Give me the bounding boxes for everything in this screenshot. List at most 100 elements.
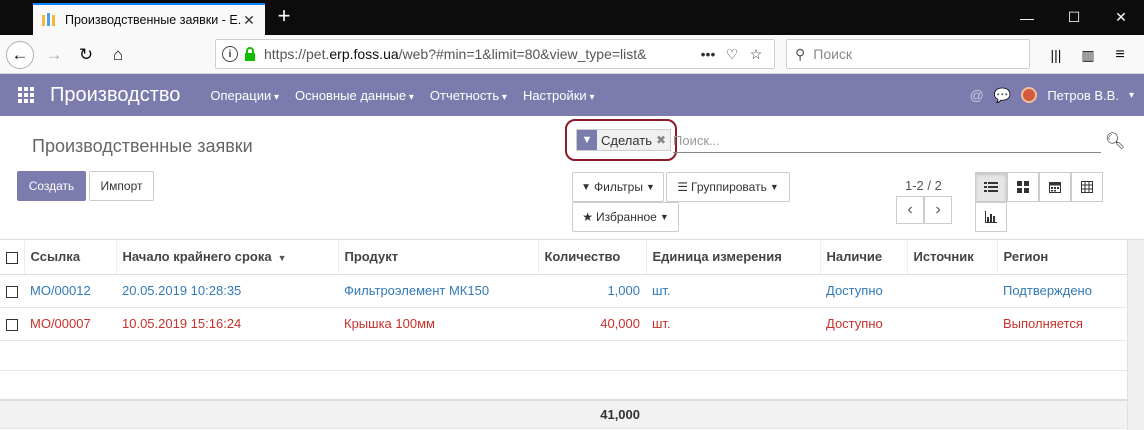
back-arrow-icon[interactable]: ← bbox=[6, 41, 34, 69]
empty-row bbox=[0, 370, 1144, 401]
cell-source bbox=[907, 274, 997, 308]
menu-operations[interactable]: Операции bbox=[210, 88, 279, 103]
control-panel: Производственные заявки Создать Импорт ▼… bbox=[0, 116, 1144, 240]
vertical-scrollbar[interactable] bbox=[1127, 240, 1144, 430]
maximize-icon[interactable]: ☐ bbox=[1051, 0, 1097, 35]
reload-icon[interactable]: ↻ bbox=[72, 41, 100, 69]
menu-settings[interactable]: Настройки bbox=[523, 88, 595, 103]
url-text: https://pet.erp.foss.ua/web?#min=1&limit… bbox=[264, 46, 647, 62]
tab-title: Производственные заявки - Е... bbox=[65, 13, 241, 27]
tab-close-icon[interactable]: ✕ bbox=[241, 12, 257, 29]
user-menu[interactable]: Петров В.В. bbox=[1047, 88, 1119, 103]
filter-funnel-icon: ▼ bbox=[581, 181, 592, 193]
pager-next-icon[interactable]: › bbox=[924, 196, 952, 224]
table-row[interactable]: МО/00007 10.05.2019 15:16:24 Крышка 100м… bbox=[0, 307, 1144, 341]
favorites-button[interactable]: ★ Избранное ▼ bbox=[572, 202, 679, 232]
address-bar[interactable]: i https://pet.erp.foss.ua/web?#min=1&lim… bbox=[215, 39, 775, 69]
forward-arrow-icon[interactable]: → bbox=[40, 41, 68, 69]
home-icon[interactable]: ⌂ bbox=[104, 41, 132, 69]
browser-tab-strip: Производственные заявки - Е... ✕ + — ☐ ✕ bbox=[0, 0, 1144, 35]
filter-funnel-icon: ▼ bbox=[577, 130, 597, 150]
menu-reporting[interactable]: Отчетность bbox=[430, 88, 507, 103]
site-info-icon[interactable]: i bbox=[222, 46, 238, 62]
column-header-product[interactable]: Продукт bbox=[338, 240, 539, 275]
group-by-label: Группировать bbox=[691, 180, 767, 194]
favorites-label: Избранное bbox=[596, 210, 657, 224]
column-header-deadline-start[interactable]: Начало крайнего срока ▼ bbox=[116, 240, 339, 275]
row-checkbox[interactable] bbox=[0, 307, 24, 341]
search-input[interactable] bbox=[673, 129, 1101, 153]
cell-quantity: 1,000 bbox=[538, 274, 646, 308]
library-icon[interactable]: ||| bbox=[1042, 41, 1070, 69]
select-all-checkbox[interactable] bbox=[0, 240, 25, 275]
search-view: ▼ Сделать ✖ 🔍︎ bbox=[565, 119, 1125, 161]
search-icon[interactable]: 🔍︎ bbox=[1105, 131, 1125, 151]
pivot-view-icon[interactable] bbox=[1071, 172, 1103, 202]
bookmark-star-icon[interactable]: ☆ bbox=[744, 46, 768, 63]
window-close-icon[interactable]: ✕ bbox=[1098, 0, 1144, 35]
cell-state: Подтверждено bbox=[997, 274, 1144, 308]
import-button[interactable]: Импорт bbox=[89, 171, 154, 201]
pocket-icon[interactable]: ♡ bbox=[720, 46, 744, 63]
pager-previous-icon[interactable]: ‹ bbox=[896, 196, 924, 224]
minimize-icon[interactable]: — bbox=[1004, 0, 1050, 35]
group-by-button[interactable]: ☰ Группировать ▼ bbox=[666, 172, 790, 202]
browser-search-placeholder: Поиск bbox=[813, 46, 853, 62]
kanban-view-icon[interactable] bbox=[1007, 172, 1039, 202]
sidebar-icon[interactable]: ▥ bbox=[1074, 41, 1102, 69]
star-icon: ★ bbox=[582, 210, 594, 224]
list-view-icon[interactable] bbox=[975, 172, 1007, 202]
apps-grid-icon[interactable] bbox=[18, 87, 34, 103]
cell-availability: Доступно bbox=[820, 274, 907, 308]
column-header-uom[interactable]: Единица измерения bbox=[646, 240, 821, 275]
column-header-source[interactable]: Источник bbox=[907, 240, 998, 275]
new-tab-icon[interactable]: + bbox=[272, 5, 296, 29]
cell-reference: МО/00012 bbox=[24, 274, 116, 308]
avatar[interactable] bbox=[1021, 87, 1038, 103]
cell-availability: Доступно bbox=[820, 307, 907, 341]
at-mention-icon[interactable]: @ bbox=[970, 87, 984, 103]
pager-value[interactable]: 1-2 / 2 bbox=[905, 178, 942, 193]
column-header-reference[interactable]: Ссылка bbox=[24, 240, 117, 275]
cell-date: 20.05.2019 10:28:35 bbox=[116, 274, 338, 308]
browser-toolbar: ← → ↻ ⌂ i https://pet.erp.foss.ua/web?#m… bbox=[0, 35, 1144, 74]
browser-tab[interactable]: Производственные заявки - Е... ✕ bbox=[33, 3, 265, 35]
filters-button[interactable]: ▼ Фильтры ▼ bbox=[572, 172, 664, 202]
menu-master-data[interactable]: Основные данные bbox=[295, 88, 414, 103]
graph-view-icon[interactable] bbox=[975, 202, 1007, 232]
app-brand[interactable]: Производство bbox=[50, 84, 180, 107]
page-title: Производственные заявки bbox=[32, 136, 253, 156]
facet-remove-icon[interactable]: ✖ bbox=[656, 133, 670, 147]
production-orders-table: Ссылка Начало крайнего срока ▼ Продукт Ко… bbox=[0, 240, 1144, 429]
cell-quantity: 40,000 bbox=[538, 307, 646, 341]
table-footer-row: 41,000 bbox=[0, 399, 1144, 429]
cell-uom: шт. bbox=[646, 274, 820, 308]
total-quantity: 41,000 bbox=[538, 399, 646, 429]
list-view: Ссылка Начало крайнего срока ▼ Продукт Ко… bbox=[0, 240, 1144, 429]
chevron-down-icon: ▾ bbox=[1128, 89, 1134, 101]
row-checkbox[interactable] bbox=[0, 274, 24, 308]
column-header-availability[interactable]: Наличие bbox=[820, 240, 908, 275]
column-header-quantity[interactable]: Количество bbox=[538, 240, 647, 275]
column-header-state[interactable]: Регион bbox=[997, 240, 1144, 275]
create-button[interactable]: Создать bbox=[17, 171, 86, 201]
caret-down-icon: ▼ bbox=[769, 182, 779, 192]
odoo-favicon-icon bbox=[42, 13, 55, 26]
cell-date: 10.05.2019 15:16:24 bbox=[116, 307, 338, 341]
page-actions-icon[interactable]: ••• bbox=[696, 46, 720, 62]
cell-source bbox=[907, 307, 997, 341]
search-facet[interactable]: ▼ Сделать ✖ bbox=[576, 129, 672, 151]
menu-hamburger-icon[interactable]: ≡ bbox=[1106, 41, 1134, 69]
filters-label: Фильтры bbox=[594, 180, 643, 194]
table-row[interactable]: МО/00012 20.05.2019 10:28:35 Фильтроэлем… bbox=[0, 274, 1144, 308]
sort-desc-icon: ▼ bbox=[277, 253, 287, 264]
chat-bubble-icon[interactable]: 💬 bbox=[994, 87, 1011, 104]
list-bars-icon: ☰ bbox=[677, 180, 689, 194]
caret-down-icon: ▼ bbox=[645, 182, 655, 192]
table-header-row: Ссылка Начало крайнего срока ▼ Продукт Ко… bbox=[0, 240, 1144, 275]
app-top-menu: Производство Операции Основные данные От… bbox=[0, 74, 1144, 116]
calendar-view-icon[interactable] bbox=[1039, 172, 1071, 202]
browser-search-field[interactable]: ⚲ Поиск bbox=[786, 39, 1030, 69]
facet-value: Сделать bbox=[601, 132, 653, 148]
empty-row bbox=[0, 340, 1144, 371]
